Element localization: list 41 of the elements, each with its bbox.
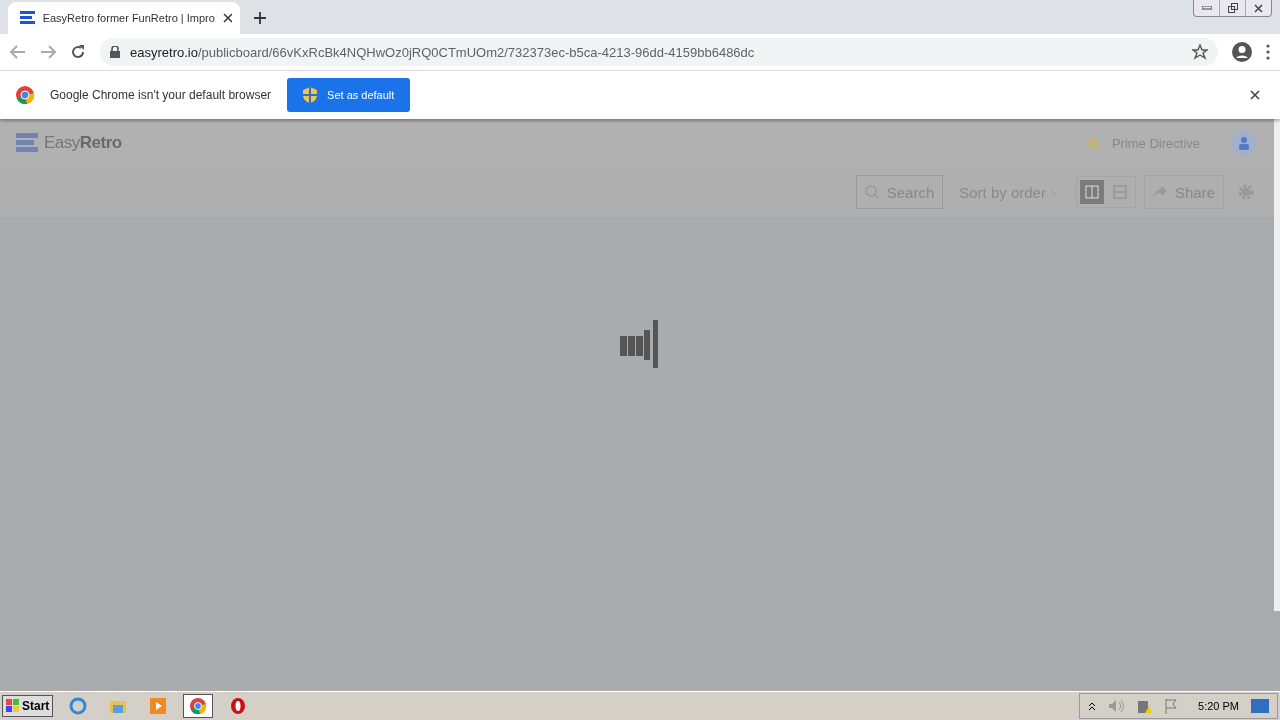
folder-icon[interactable] xyxy=(109,698,128,714)
windows-logo-icon xyxy=(6,699,20,713)
star-icon xyxy=(1085,136,1100,150)
close-icon[interactable] xyxy=(1250,90,1260,100)
url-text: easyretro.io/publicboard/66vKxRcBk4NQHwOz0jRQ0CTmUOm2/732373ec-b5ca-4213-96dd-4159bb6486dc xyxy=(130,44,756,60)
restore-icon xyxy=(1227,3,1238,13)
close-icon[interactable] xyxy=(222,13,232,23)
media-player-icon[interactable] xyxy=(150,698,167,714)
view-toggle[interactable] xyxy=(1079,180,1104,204)
logo-icon xyxy=(16,133,38,153)
speaker-icon[interactable] xyxy=(1108,699,1125,713)
chrome-icon[interactable] xyxy=(190,698,207,714)
opera-icon[interactable] xyxy=(230,698,247,714)
menu-icon[interactable] xyxy=(1266,44,1270,60)
flag-icon[interactable] xyxy=(1164,698,1179,714)
app-logo[interactable]: EasyRetro xyxy=(44,133,122,153)
browser-tab[interactable]: EasyRetro former FunRetro | Impro xyxy=(8,2,240,34)
infobar-message: Google Chrome isn't your default browser xyxy=(50,88,272,102)
star-icon[interactable] xyxy=(1192,44,1208,60)
new-tab-icon[interactable] xyxy=(254,12,266,24)
start-button[interactable]: Start xyxy=(2,695,54,717)
address-bar[interactable]: easyretro.io/publicboard/66vKxRcBk4NQHwOz0jRQ0CTmUOm2/732373ec-b5ca-4213-96dd-4159bb6486dc xyxy=(100,38,1218,66)
reload-icon[interactable] xyxy=(70,44,86,60)
columns-icon xyxy=(1084,185,1099,199)
chevron-icon[interactable] xyxy=(1088,701,1097,711)
shield-icon xyxy=(303,87,318,103)
tab-title: EasyRetro former FunRetro | Impro xyxy=(42,12,215,24)
browser-icon[interactable] xyxy=(69,697,88,715)
close-icon xyxy=(1254,3,1263,13)
user-avatar[interactable] xyxy=(1232,131,1256,155)
clock[interactable]: 5:20 PM xyxy=(1198,700,1239,712)
network-icon[interactable] xyxy=(1136,698,1153,714)
forward-icon[interactable] xyxy=(40,45,56,59)
set-default-button[interactable]: Set as default xyxy=(287,78,411,112)
profile-icon[interactable] xyxy=(1232,42,1252,62)
lock-icon xyxy=(110,46,120,58)
rows-icon xyxy=(1112,185,1127,199)
chrome-icon xyxy=(16,86,34,104)
back-icon[interactable] xyxy=(10,45,26,59)
logo-icon xyxy=(20,11,35,25)
minimize-icon xyxy=(1201,6,1212,10)
